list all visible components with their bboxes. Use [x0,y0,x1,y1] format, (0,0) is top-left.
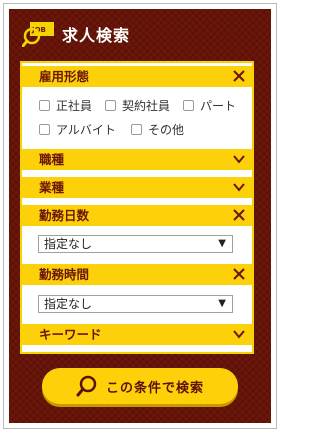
checkbox-label: 正社員 [56,99,93,113]
checkbox[interactable] [183,100,194,111]
close-icon[interactable] [232,69,246,83]
section-label: 勤務日数 [39,208,90,223]
checkbox-label: パート [200,99,237,113]
search-icon [76,375,97,397]
search-button-label: この条件で検索 [105,380,204,396]
checkbox[interactable] [39,100,50,111]
checkbox-part[interactable]: パート [183,97,236,114]
widget-title: 求人検索 [62,26,131,45]
checkbox[interactable] [105,100,116,111]
dropdown-arrow-icon: ▼ [218,298,226,309]
checkbox[interactable] [39,124,50,135]
section-label: キーワード [39,327,102,342]
select-value: 指定なし [44,237,93,251]
job-search-logo-icon: JOB [22,22,54,47]
checkbox-label: アルバイト [56,123,116,137]
widget-header: JOB 求人検索 [22,21,130,47]
chevron-down-icon[interactable] [232,152,246,166]
close-icon[interactable] [232,208,246,222]
section-label: 勤務時間 [39,267,90,282]
section-keyword[interactable]: キーワード [22,324,252,345]
section-industry[interactable]: 業種 [22,177,252,198]
checkbox-arbeit[interactable]: アルバイト [39,121,116,138]
chevron-down-icon[interactable] [232,327,246,341]
checkbox-label: その他 [148,123,185,137]
checkbox-label: 契約社員 [122,99,171,113]
checkbox[interactable] [131,124,142,135]
work-hours-select[interactable]: 指定なし ▼ [38,295,233,313]
checkbox-sonota[interactable]: その他 [131,121,184,138]
section-work-days[interactable]: 勤務日数 [22,205,252,226]
section-label: 雇用形態 [39,69,90,84]
select-value: 指定なし [44,297,93,311]
section-label: 業種 [39,180,65,195]
search-button[interactable]: この条件で検索 [42,368,238,404]
dropdown-arrow-icon: ▼ [218,238,226,249]
section-work-hours[interactable]: 勤務時間 [22,264,252,285]
chevron-down-icon[interactable] [232,180,246,194]
checkbox-keiyaku-shain[interactable]: 契約社員 [105,97,170,114]
section-label: 職種 [39,152,65,167]
search-form: 雇用形態 正社員 契約社員 パート アルバイト その他 職種 業種 勤務日数 指… [20,61,254,354]
work-days-select[interactable]: 指定なし ▼ [38,235,233,253]
close-icon[interactable] [232,267,246,281]
checkbox-seishain[interactable]: 正社員 [39,97,92,114]
section-employment-type[interactable]: 雇用形態 [22,66,252,87]
section-job-type[interactable]: 職種 [22,149,252,170]
